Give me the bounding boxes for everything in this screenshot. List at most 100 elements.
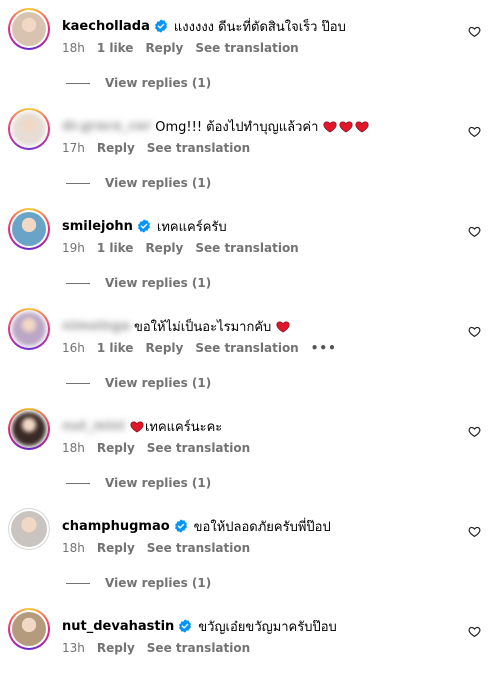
red-heart-emoji-icon <box>354 119 370 134</box>
comment-body: nut_devahastin ขวัญเอ๋ยขวัญมาครับป๊อบ <box>62 616 337 636</box>
reply-button[interactable]: Reply <box>97 441 135 455</box>
heart-outline-icon[interactable] <box>468 123 481 138</box>
avatar-image <box>12 312 46 346</box>
like-count-link[interactable]: 1 like <box>97 241 134 255</box>
view-replies-button[interactable]: View replies (1) <box>66 276 211 290</box>
comment-body: champhugmao ขอให้ปลอดภัยครับพี่ป๊อป <box>62 516 331 536</box>
timestamp: 17h <box>62 141 85 155</box>
comment-text: เทคแคร์นะคะ <box>144 419 223 435</box>
heart-outline-icon[interactable] <box>468 23 481 38</box>
avatar[interactable] <box>8 508 50 550</box>
username-link[interactable]: nut_mini <box>62 419 125 434</box>
view-replies-button[interactable]: View replies (1) <box>66 176 211 190</box>
red-heart-emoji-icon <box>322 119 338 134</box>
view-replies-button[interactable]: View replies (1) <box>66 476 211 490</box>
comment-body: nimolnga ขอให้ไม่เป็นอะไรมากคับ <box>62 316 291 336</box>
more-options-icon[interactable]: ••• <box>311 341 337 355</box>
heart-outline-icon[interactable] <box>468 423 481 438</box>
comment-body: kaechollada แงงงงง ดีนะที่ตัดสินใจเร็ว ป๊… <box>62 16 346 36</box>
avatar[interactable] <box>8 408 50 450</box>
avatar-image <box>12 212 46 246</box>
comment-meta: 19h 1 like Reply See translation <box>62 241 311 255</box>
username-link[interactable]: nut_devahastin <box>62 619 174 634</box>
comment-text: ขวัญเอ๋ยขวัญมาครับป๊อบ <box>198 619 337 635</box>
avatar[interactable] <box>8 208 50 250</box>
username-link[interactable]: champhugmao <box>62 519 170 534</box>
view-replies-label: View replies (1) <box>105 76 212 90</box>
heart-outline-icon[interactable] <box>468 223 481 238</box>
avatar-image <box>12 12 46 46</box>
reply-button[interactable]: Reply <box>145 41 183 55</box>
comment-meta: 17h Reply See translation <box>62 141 262 155</box>
see-translation-button[interactable]: See translation <box>195 41 298 55</box>
view-replies-label: View replies (1) <box>105 276 212 290</box>
avatar[interactable] <box>8 608 50 650</box>
heart-outline-icon[interactable] <box>468 523 481 538</box>
comment-meta: 18h Reply See translation <box>62 441 262 455</box>
avatar-image <box>12 612 46 646</box>
see-translation-button[interactable]: See translation <box>147 441 250 455</box>
comment-text: Omg!!! ต้องไปทำบุญแล้วค่า <box>155 119 319 135</box>
red-heart-emoji-icon <box>129 419 145 434</box>
comment-body: dr.grace_cer Omg!!! ต้องไปทำบุญแล้วค่า <box>62 116 370 136</box>
comment-item: champhugmao ขอให้ปลอดภัยครับพี่ป๊อป 18h Rep… <box>0 500 490 600</box>
view-replies-label: View replies (1) <box>105 376 212 390</box>
username-link[interactable]: kaechollada <box>62 19 150 34</box>
reply-button[interactable]: Reply <box>97 541 135 555</box>
comment-text: ขอให้ปลอดภัยครับพี่ป๊อป <box>193 519 331 535</box>
reply-dash-icon <box>66 482 90 484</box>
username-link[interactable]: dr.grace_cer <box>62 119 151 134</box>
reply-dash-icon <box>66 182 90 184</box>
comment-meta: 13h Reply See translation <box>62 641 262 655</box>
see-translation-button[interactable]: See translation <box>147 141 250 155</box>
comment-item: dr.grace_cer Omg!!! ต้องไปทำบุญแล้วค่า 17h… <box>0 100 490 200</box>
reply-button[interactable]: Reply <box>145 241 183 255</box>
verified-badge-icon <box>174 519 188 533</box>
like-count-link[interactable]: 1 like <box>97 41 134 55</box>
red-heart-emoji-icon <box>338 119 354 134</box>
verified-badge-icon <box>154 19 168 33</box>
comment-item: nut_mini เทคแคร์นะคะ 18h Reply See translati… <box>0 400 490 500</box>
avatar[interactable] <box>8 308 50 350</box>
comment-body: nut_mini เทคแคร์นะคะ <box>62 416 222 436</box>
avatar-image <box>12 112 46 146</box>
see-translation-button[interactable]: See translation <box>147 541 250 555</box>
red-heart-emoji-icon <box>275 319 291 334</box>
comment-item: smilejohn เทคแคร์ครับ 19h 1 like Reply See tr… <box>0 200 490 300</box>
heart-outline-icon[interactable] <box>468 323 481 338</box>
view-replies-button[interactable]: View replies (1) <box>66 576 211 590</box>
reply-dash-icon <box>66 82 90 84</box>
reply-button[interactable]: Reply <box>97 141 135 155</box>
comment-text: แงงงงง ดีนะที่ตัดสินใจเร็ว ป๊อบ <box>173 19 346 35</box>
reply-button[interactable]: Reply <box>97 641 135 655</box>
reply-button[interactable]: Reply <box>145 341 183 355</box>
comment-item: kaechollada แงงงงง ดีนะที่ตัดสินใจเร็ว ป๊… <box>0 0 490 100</box>
view-replies-label: View replies (1) <box>105 176 212 190</box>
timestamp: 13h <box>62 641 85 655</box>
timestamp: 19h <box>62 241 85 255</box>
view-replies-label: View replies (1) <box>105 576 212 590</box>
heart-outline-icon[interactable] <box>468 623 481 638</box>
like-count-link[interactable]: 1 like <box>97 341 134 355</box>
see-translation-button[interactable]: See translation <box>147 641 250 655</box>
username-link[interactable]: nimolnga <box>62 319 130 334</box>
verified-badge-icon <box>137 219 151 233</box>
reply-dash-icon <box>66 282 90 284</box>
avatar[interactable] <box>8 108 50 150</box>
comment-text: ขอให้ไม่เป็นอะไรมากคับ <box>133 319 272 335</box>
comment-item: nimolnga ขอให้ไม่เป็นอะไรมากคับ 16h 1 like R… <box>0 300 490 400</box>
view-replies-button[interactable]: View replies (1) <box>66 76 211 90</box>
timestamp: 18h <box>62 441 85 455</box>
comment-meta: 18h Reply See translation <box>62 541 262 555</box>
view-replies-label: View replies (1) <box>105 476 212 490</box>
avatar[interactable] <box>8 8 50 50</box>
view-replies-button[interactable]: View replies (1) <box>66 376 211 390</box>
username-link[interactable]: smilejohn <box>62 219 133 234</box>
reply-dash-icon <box>66 382 90 384</box>
reply-dash-icon <box>66 582 90 584</box>
comment-body: smilejohn เทคแคร์ครับ <box>62 216 227 236</box>
see-translation-button[interactable]: See translation <box>195 341 298 355</box>
comment-meta: 16h 1 like Reply See translation ••• <box>62 341 349 355</box>
avatar-image <box>11 511 47 547</box>
see-translation-button[interactable]: See translation <box>195 241 298 255</box>
